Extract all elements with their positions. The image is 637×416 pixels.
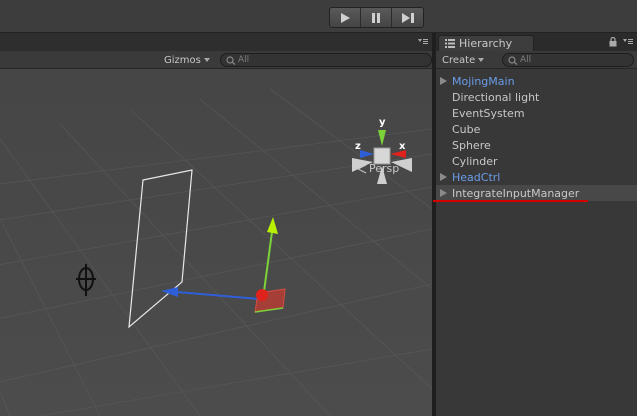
hierarchy-item-label: IntegrateInputManager <box>452 186 580 200</box>
lock-icon[interactable] <box>609 37 617 47</box>
highlight-underline <box>433 200 588 202</box>
hierarchy-search-input[interactable]: All <box>502 53 634 67</box>
hierarchy-control-bar: Create All <box>436 51 637 69</box>
x-axis-handle[interactable] <box>256 289 268 301</box>
expand-arrow-icon[interactable] <box>436 77 450 85</box>
main-toolbar <box>0 0 637 33</box>
create-dropdown[interactable]: Create <box>442 53 485 67</box>
projection-label: Persp <box>369 162 400 175</box>
playback-controls <box>329 7 424 28</box>
hierarchy-tab-icons <box>609 37 633 47</box>
scene-control-bar: Gizmos All <box>0 51 432 69</box>
hierarchy-item-label: Cube <box>452 122 481 136</box>
search-icon <box>508 55 518 65</box>
hierarchy-tab-bar: Hierarchy <box>436 33 637 51</box>
hierarchy-item-headctrl[interactable]: HeadCtrl <box>436 169 637 185</box>
hierarchy-item-label: EventSystem <box>452 106 525 120</box>
dropdown-arrow-icon <box>478 58 485 62</box>
panel-menu-icon[interactable] <box>418 39 428 45</box>
hierarchy-item-mojingmain[interactable]: MojingMain <box>436 73 637 89</box>
scene-view[interactable]: Gizmos All y x z Persp <box>0 33 432 416</box>
hierarchy-panel: Hierarchy Create All MojingMain Directio… <box>433 33 637 416</box>
gizmos-dropdown[interactable]: Gizmos <box>160 53 214 67</box>
hierarchy-item-label: Directional light <box>452 90 540 104</box>
hierarchy-item-eventsystem[interactable]: EventSystem <box>436 105 637 121</box>
expand-arrow-icon[interactable] <box>436 189 450 197</box>
perspective-icon <box>357 164 367 173</box>
pause-button[interactable] <box>361 8 392 27</box>
hierarchy-item-label: Sphere <box>452 138 491 152</box>
hierarchy-item-integrateinputmanager[interactable]: IntegrateInputManager <box>436 185 637 201</box>
hierarchy-search-placeholder: All <box>520 55 532 65</box>
hierarchy-item-sphere[interactable]: Sphere <box>436 137 637 153</box>
search-icon <box>226 55 236 65</box>
tab-hierarchy-label: Hierarchy <box>459 37 513 50</box>
hierarchy-list-icon <box>445 39 455 48</box>
hierarchy-item-cylinder[interactable]: Cylinder <box>436 153 637 169</box>
axis-label-z: z <box>355 141 361 152</box>
gizmos-label: Gizmos <box>164 54 201 66</box>
scene-search-placeholder: All <box>238 55 250 65</box>
hierarchy-item-label: Cylinder <box>452 154 498 168</box>
axis-label-y: y <box>379 117 386 128</box>
play-icon <box>341 12 350 23</box>
play-button[interactable] <box>330 8 361 27</box>
step-icon <box>401 12 414 23</box>
hierarchy-tree: MojingMain Directional light EventSystem… <box>433 73 637 202</box>
hierarchy-item-directional-light[interactable]: Directional light <box>436 89 637 105</box>
hierarchy-item-label: MojingMain <box>452 74 515 88</box>
scene-search-input[interactable]: All <box>220 53 432 67</box>
axis-label-x: x <box>399 141 406 152</box>
create-label: Create <box>442 54 476 66</box>
scene-viewport[interactable]: y x z <box>0 69 432 416</box>
hierarchy-item-label: HeadCtrl <box>452 170 501 184</box>
projection-toggle[interactable]: Persp <box>357 162 399 175</box>
hierarchy-item-cube[interactable]: Cube <box>436 121 637 137</box>
pause-icon <box>372 12 380 23</box>
scene-tab-bar <box>0 33 432 51</box>
step-button[interactable] <box>392 8 423 27</box>
tab-hierarchy[interactable]: Hierarchy <box>438 35 534 51</box>
expand-arrow-icon[interactable] <box>436 173 450 181</box>
panel-menu-icon[interactable] <box>623 39 633 45</box>
dropdown-arrow-icon <box>203 58 210 62</box>
